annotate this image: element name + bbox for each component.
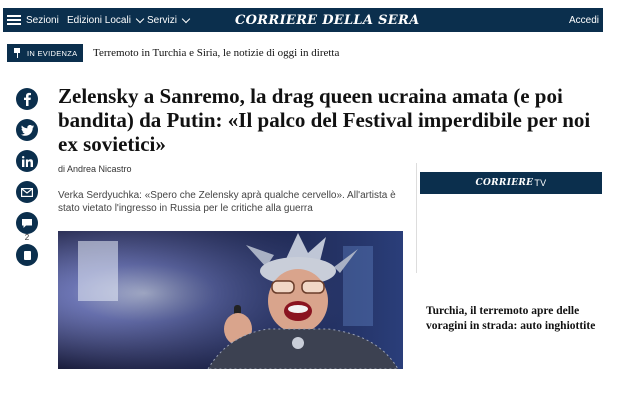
tv-brand: CORRIERE: [475, 178, 534, 188]
corriere-tv-header[interactable]: CORRIERE TV: [420, 172, 602, 194]
linkedin-icon[interactable]: [16, 150, 38, 172]
facebook-icon[interactable]: [16, 88, 38, 110]
editions-dropdown[interactable]: Edizioni Locali: [67, 8, 145, 32]
chevron-down-icon: [135, 14, 145, 23]
article-summary: Verka Serdyuchka: «Spero che Zelensky ap…: [58, 190, 396, 214]
twitter-icon[interactable]: [16, 119, 38, 141]
editions-label: Edizioni Locali: [67, 14, 131, 26]
bookmark-icon[interactable]: [16, 244, 38, 266]
top-nav-bar: Sezioni Edizioni Locali Servizi CORRIERE…: [3, 8, 603, 32]
login-button[interactable]: Accedi: [569, 8, 599, 32]
article-byline[interactable]: di Andrea Nicastro: [58, 164, 132, 174]
article-hero-image[interactable]: [58, 231, 403, 369]
menu-button[interactable]: Sezioni: [7, 8, 59, 32]
email-icon[interactable]: [16, 181, 38, 203]
sidebar-divider: [416, 163, 417, 273]
pin-icon: [13, 48, 21, 58]
site-logo[interactable]: CORRIERE DELLA SERA: [235, 8, 419, 32]
chevron-down-icon: [181, 14, 191, 23]
hamburger-icon: [7, 15, 21, 25]
article-headline: Zelensky a Sanremo, la drag queen ucrain…: [58, 84, 591, 156]
services-label: Servizi: [147, 14, 178, 26]
comment-icon[interactable]: [16, 212, 38, 234]
services-dropdown[interactable]: Servizi: [147, 8, 191, 32]
tv-suffix: TV: [534, 178, 547, 188]
menu-label: Sezioni: [26, 14, 59, 26]
breaking-news-strip: IN EVIDENZA Terremoto in Turchia e Siria…: [3, 44, 603, 64]
badge-label: IN EVIDENZA: [27, 48, 78, 58]
breaking-news-link[interactable]: Terremoto in Turchia e Siria, le notizie…: [93, 44, 339, 62]
in-evidenza-badge: IN EVIDENZA: [7, 44, 84, 62]
comment-count: 2: [24, 233, 30, 242]
video-title-link[interactable]: Turchia, il terremoto apre delle voragin…: [426, 304, 602, 334]
